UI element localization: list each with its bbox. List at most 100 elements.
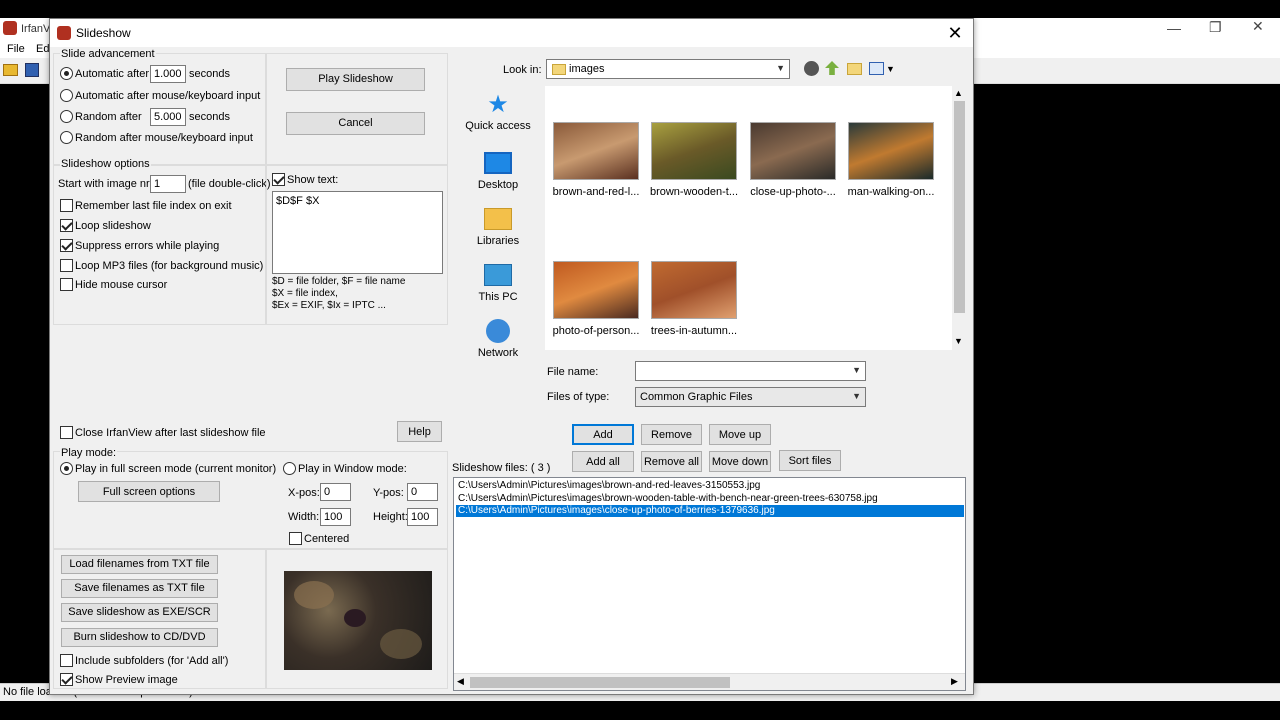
show-text-label: Show text: <box>287 174 339 186</box>
thumbnail-caption[interactable]: brown-wooden-t... <box>646 186 742 198</box>
nav-label: This PC <box>478 291 518 303</box>
height-label: Height: <box>373 511 408 523</box>
hide-cursor-checkbox[interactable] <box>60 278 73 291</box>
slideshow-files-list[interactable]: C:\Users\Admin\Pictures\images\close-up-… <box>453 477 966 691</box>
thumbnail-caption[interactable]: trees-in-autumn... <box>646 325 742 337</box>
back-icon[interactable] <box>804 61 819 76</box>
thumbnail-image[interactable] <box>651 261 737 319</box>
nav-label: Libraries <box>476 235 520 247</box>
save-filenames-button[interactable]: Save filenames as TXT file <box>61 579 218 598</box>
maximize-icon[interactable]: ❐ <box>1209 19 1222 36</box>
hscrollbar-thumb[interactable] <box>470 677 730 688</box>
xpos-input[interactable]: 0 <box>320 483 351 501</box>
close-after-checkbox[interactable] <box>60 426 73 439</box>
file-type-combo[interactable]: Common Graphic Files ▼ <box>635 387 866 407</box>
look-in-combo[interactable]: images ▼ <box>546 59 790 79</box>
thumbnail-image[interactable] <box>750 122 836 180</box>
file-row[interactable]: C:\Users\Admin\Pictures\images\brown-and… <box>456 480 964 492</box>
scrollbar-thumb[interactable] <box>954 101 965 313</box>
auto-mouse-radio[interactable] <box>60 89 73 102</box>
view-menu-icon[interactable] <box>869 62 884 75</box>
scroll-down-icon[interactable]: ▼ <box>954 336 963 346</box>
thumbnail-caption[interactable]: close-up-photo-... <box>745 186 841 198</box>
loop-slideshow-checkbox[interactable] <box>60 219 73 232</box>
start-image-input[interactable]: 1 <box>150 175 186 193</box>
view-menu-chevron-icon[interactable]: ▼ <box>886 64 895 74</box>
show-text-input[interactable]: $D$F $X <box>272 191 443 274</box>
move-up-button[interactable]: Move up <box>709 424 771 445</box>
centered-checkbox[interactable] <box>289 532 302 545</box>
file-name-combo[interactable]: ▼ <box>635 361 866 381</box>
fullscreen-options-button[interactable]: Full screen options <box>78 481 220 502</box>
move-down-button[interactable]: Move down <box>709 451 771 472</box>
file-row[interactable]: C:\Users\Admin\Pictures\images\close-up-… <box>456 505 964 517</box>
show-preview-checkbox[interactable] <box>60 673 73 686</box>
auto-seconds-input[interactable]: 1.000 <box>150 65 186 83</box>
include-subfolders-checkbox[interactable] <box>60 654 73 667</box>
libraries-icon <box>484 208 512 230</box>
nav-desktop[interactable]: Desktop <box>458 152 538 191</box>
remove-all-button[interactable]: Remove all <box>641 451 702 472</box>
folder-icon <box>552 64 566 75</box>
nav-libraries[interactable]: Libraries <box>458 208 538 247</box>
add-button[interactable]: Add <box>572 424 634 445</box>
thumbnail-caption[interactable]: photo-of-person... <box>548 325 644 337</box>
thumbnail-caption[interactable]: brown-and-red-l... <box>548 186 644 198</box>
random-after-radio[interactable] <box>60 110 73 123</box>
remove-button[interactable]: Remove <box>641 424 702 445</box>
up-folder-icon[interactable] <box>825 61 839 75</box>
burn-cd-button[interactable]: Burn slideshow to CD/DVD <box>61 628 218 647</box>
thumbnail-caption[interactable]: man-walking-on... <box>843 186 939 198</box>
scroll-up-icon[interactable]: ▲ <box>954 88 963 98</box>
height-input[interactable]: 100 <box>407 508 438 526</box>
add-all-button[interactable]: Add all <box>572 451 634 472</box>
ypos-input[interactable]: 0 <box>407 483 438 501</box>
minimize-icon[interactable]: — <box>1167 20 1181 36</box>
open-folder-icon[interactable] <box>3 64 18 76</box>
thumbnail-image[interactable] <box>553 261 639 319</box>
scroll-right-icon[interactable]: ▶ <box>951 676 958 687</box>
loop-mp3-checkbox[interactable] <box>60 259 73 272</box>
auto-after-radio[interactable] <box>60 67 73 80</box>
nav-quick-access[interactable]: ★ Quick access <box>458 93 538 133</box>
show-text-help-1: $D = file folder, $F = file name <box>272 276 406 287</box>
thumbnail-image[interactable] <box>848 122 934 180</box>
show-text-help-2: $X = file index, <box>272 288 338 299</box>
sort-files-button[interactable]: Sort files <box>779 450 841 471</box>
remember-index-checkbox[interactable] <box>60 199 73 212</box>
fullscreen-radio[interactable] <box>60 462 73 475</box>
nav-label: Quick access <box>465 120 531 132</box>
dialog-close-icon[interactable]: ✕ <box>943 21 967 45</box>
cancel-button[interactable]: Cancel <box>286 112 425 135</box>
thumbnails-scrollbar[interactable]: ▲ ▼ <box>952 86 967 350</box>
save-exe-button[interactable]: Save slideshow as EXE/SCR <box>61 603 218 622</box>
file-row[interactable]: C:\Users\Admin\Pictures\images\brown-woo… <box>456 493 964 505</box>
random-mouse-radio[interactable] <box>60 131 73 144</box>
thumbnail-image[interactable] <box>651 122 737 180</box>
help-button[interactable]: Help <box>397 421 442 442</box>
files-hscrollbar[interactable]: ◀ ▶ <box>454 673 965 690</box>
preview-leaf <box>380 629 422 659</box>
random-seconds-input[interactable]: 5.000 <box>150 108 186 126</box>
slideshow-options-title: Slideshow options <box>60 158 151 170</box>
window-mode-radio[interactable] <box>283 462 296 475</box>
nav-network[interactable]: Network <box>458 319 538 359</box>
play-slideshow-button[interactable]: Play Slideshow <box>286 68 425 91</box>
scroll-left-icon[interactable]: ◀ <box>457 676 464 687</box>
nav-label: Desktop <box>477 179 519 191</box>
new-folder-icon[interactable] <box>847 63 862 75</box>
suppress-errors-checkbox[interactable] <box>60 239 73 252</box>
look-in-value: images <box>569 63 605 75</box>
include-subfolders-label: Include subfolders (for 'Add all') <box>75 655 229 667</box>
centered-label: Centered <box>304 533 350 545</box>
nav-label: Network <box>477 347 519 359</box>
show-text-checkbox[interactable] <box>272 173 285 186</box>
slideshow-icon[interactable] <box>25 63 39 77</box>
menu-file[interactable]: File <box>7 43 25 55</box>
thumbnail-image[interactable] <box>553 122 639 180</box>
width-input[interactable]: 100 <box>320 508 351 526</box>
close-icon[interactable]: ✕ <box>1252 18 1264 35</box>
nav-this-pc[interactable]: This PC <box>458 264 538 303</box>
load-filenames-button[interactable]: Load filenames from TXT file <box>61 555 218 574</box>
dialog-title-bar: Slideshow ✕ <box>50 19 973 47</box>
